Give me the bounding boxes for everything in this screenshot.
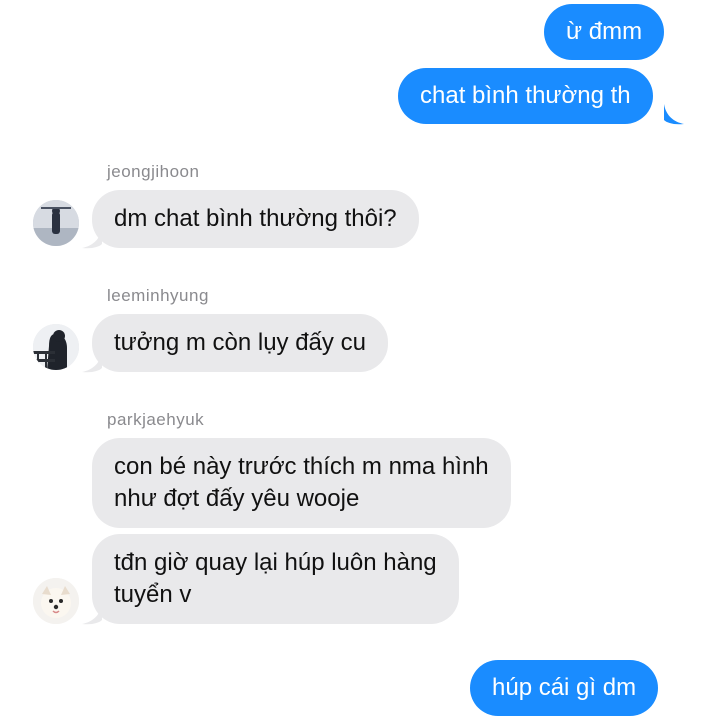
bubble-tail xyxy=(664,104,684,125)
message-text-line: con bé này trước thích m nma hình xyxy=(114,453,489,480)
avatar-jeongjihoon-image xyxy=(33,200,79,246)
outgoing-message: húp cái gì dm xyxy=(470,660,659,716)
message-text: húp cái gì dm xyxy=(492,674,637,701)
message-text-line: như đợt đấy yêu wooje xyxy=(114,485,360,512)
message-text: chat bình thường th xyxy=(420,82,631,109)
bubble-tail xyxy=(82,352,102,373)
outgoing-message: ừ đmm xyxy=(544,4,665,60)
message-text: tưởng m còn lụy đấy cu xyxy=(114,329,366,356)
incoming-message: dm chat bình thường thôi? xyxy=(92,190,419,248)
message-text-line: tuyển v xyxy=(114,581,192,608)
message-text-line: tđn giờ quay lại húp luôn hàng xyxy=(114,549,437,576)
avatar[interactable] xyxy=(33,200,79,246)
bubble-tail xyxy=(82,228,102,249)
outgoing-message: chat bình thường th xyxy=(398,68,653,124)
incoming-message: tưởng m còn lụy đấy cu xyxy=(92,314,388,372)
message-text: ừ đmm xyxy=(566,18,643,45)
incoming-message: tđn giờ quay lại húp luôn hàng tuyển v xyxy=(92,534,459,624)
avatar[interactable] xyxy=(33,578,79,624)
bubble-tail xyxy=(82,604,102,625)
message-text: dm chat bình thường thôi? xyxy=(114,205,397,232)
incoming-message: con bé này trước thích m nma hình như đợ… xyxy=(92,438,511,528)
sender-name: leeminhyung xyxy=(107,286,209,305)
avatar-parkjaehyuk-image xyxy=(33,578,79,624)
sender-name: jeongjihoon xyxy=(107,162,200,181)
avatar[interactable] xyxy=(33,324,79,370)
avatar-leeminhyung-image xyxy=(33,324,79,370)
sender-name: parkjaehyuk xyxy=(107,410,205,429)
